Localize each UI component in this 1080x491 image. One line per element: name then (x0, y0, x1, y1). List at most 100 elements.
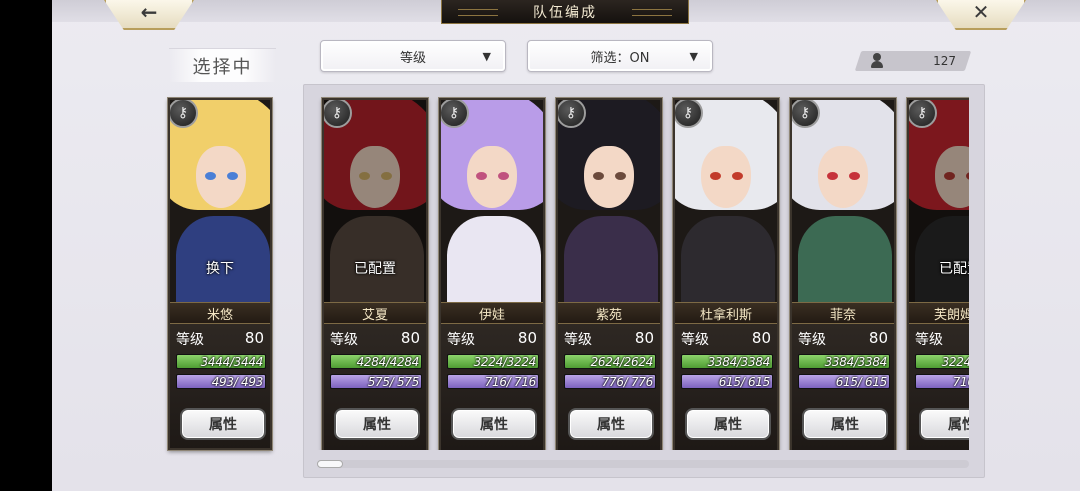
unit-count: 127 (858, 51, 968, 71)
hp-bar: 4284/4284 (330, 354, 422, 369)
level-label: 等级 (176, 332, 204, 348)
portrait-face (584, 146, 634, 208)
level-label: 等级 (798, 332, 826, 348)
portrait-eye (205, 172, 216, 180)
portrait-face (196, 146, 246, 208)
hp-value: 4284/4284 (356, 355, 420, 369)
level-row: 等级 80 (447, 329, 537, 349)
selected-character-card[interactable]: 换下 ⚷ 米悠 等级 80 3444/3444 493/ 493 属性 (168, 98, 272, 450)
portrait-eye (593, 172, 604, 180)
mp-bar: 776/ 776 (564, 374, 656, 389)
hp-value: 3224/3224 (473, 355, 537, 369)
level-row: 等级 80 (564, 329, 654, 349)
level-value: 80 (517, 329, 537, 347)
character-portrait: 已配置 (324, 100, 426, 302)
card-status-text: 换下 (206, 261, 234, 277)
portrait-outfit (564, 216, 658, 302)
key-icon: ⚷ (558, 100, 586, 128)
level-row: 等级80 (915, 329, 969, 349)
unit-count-value: 127 (933, 54, 956, 68)
character-portrait: 换下 (170, 100, 270, 302)
character-card[interactable]: 已配置 ⚷ 艾夏 等级 80 4284/4284 575/ 575 属性 (322, 98, 428, 450)
character-stats: 等级80 3224/3224 716/ 716 属性 (909, 324, 969, 450)
character-stats: 等级 80 3384/3384 615/ 615 属性 (792, 324, 894, 450)
hp-value: 2624/2624 (590, 355, 654, 369)
character-name: 芙朗姆拉 (909, 302, 969, 324)
hp-bar: 3384/3384 (798, 354, 890, 369)
portrait-eye (498, 172, 509, 180)
attribute-button[interactable]: 属性 (685, 408, 771, 440)
level-label: 等级 (681, 332, 709, 348)
character-card[interactable]: ⚷ 杜拿利斯等级 80 3384/3384 615/ 615 属性 (673, 98, 779, 450)
level-value: 80 (868, 329, 888, 347)
character-name: 米悠 (170, 302, 270, 324)
mp-bar: 615/ 615 (798, 374, 890, 389)
character-name: 伊娃 (441, 302, 543, 324)
character-portrait (441, 100, 543, 302)
close-button[interactable]: ✕ (936, 0, 1026, 30)
back-button[interactable]: ← (104, 0, 194, 30)
hp-bar: 3384/3384 (681, 354, 773, 369)
character-card[interactable]: ⚷ 伊娃等级 80 3224/3224 716/ 716 属性 (439, 98, 545, 450)
chevron-down-icon: ▼ (482, 50, 491, 63)
level-value: 80 (634, 329, 654, 347)
level-row: 等级80 (681, 329, 771, 349)
character-portrait (792, 100, 894, 302)
hp-bar: 3224/3224 (915, 354, 969, 369)
key-icon: ⚷ (441, 100, 469, 128)
level-label: 等级 (564, 332, 592, 348)
back-arrow-icon: ← (140, 0, 158, 24)
mp-bar: 575/ 575 (330, 374, 422, 389)
close-icon: ✕ (972, 0, 990, 24)
card-status-text: 已配置 (939, 261, 969, 277)
scroll-thumb[interactable] (317, 460, 343, 468)
character-stats: 等级 80 4284/4284 575/ 575 属性 (324, 324, 426, 450)
hp-value: 3384/3384 (824, 355, 888, 369)
portrait-outfit (681, 216, 775, 302)
portrait-face (701, 146, 751, 208)
level-label: 等级 (447, 332, 475, 348)
character-name: 菲奈 (792, 302, 894, 324)
level-row: 等级 80 (798, 329, 888, 349)
attribute-button[interactable]: 属性 (180, 408, 266, 440)
mp-value: 615/ 615 (718, 375, 771, 389)
page-title: 队伍编成 (441, 0, 689, 24)
selecting-label: 选择中 (169, 48, 276, 82)
level-value: 80 (244, 329, 264, 347)
character-card[interactable]: ⚷ 紫苑等级 80 2624/2624 776/ 776 属性 (556, 98, 662, 450)
portrait-face (467, 146, 517, 208)
portrait-eye (710, 172, 721, 180)
portrait-eye (615, 172, 626, 180)
key-icon: ⚷ (792, 100, 820, 128)
key-icon: ⚷ (675, 100, 703, 128)
hp-value: 3224/3224 (941, 355, 969, 369)
level-row: 等级80 (330, 329, 420, 349)
portrait-eye (227, 172, 238, 180)
mp-bar: 716/ 716 (915, 374, 969, 389)
attribute-button[interactable]: 属性 (802, 408, 888, 440)
attribute-button[interactable]: 属性 (451, 408, 537, 440)
mp-value: 493/ 493 (211, 375, 264, 389)
character-card[interactable]: ⚷ 菲奈等级 80 3384/3384 615/ 615 属性 (790, 98, 896, 450)
character-name: 紫苑 (558, 302, 660, 324)
character-name: 杜拿利斯 (675, 302, 777, 324)
portrait-eye (827, 172, 838, 180)
character-portrait: 已配置 (909, 100, 969, 302)
hp-bar: 3224/3224 (447, 354, 539, 369)
filter-dropdown-value: 筛选：ON (590, 50, 650, 66)
sort-dropdown[interactable]: 等级 ▼ (320, 40, 506, 72)
mp-value: 716/ 716 (484, 375, 537, 389)
character-card[interactable]: 已配置 ⚷ 芙朗姆拉等级80 3224/3224 716/ 716 属性 (907, 98, 969, 450)
horizontal-scrollbar[interactable] (317, 460, 969, 468)
attribute-button[interactable]: 属性 (334, 408, 420, 440)
mp-value: 776/ 776 (601, 375, 654, 389)
mp-bar: 493/ 493 (176, 374, 266, 389)
filter-dropdown[interactable]: 筛选：ON ▼ (527, 40, 713, 72)
hp-bar: 2624/2624 (564, 354, 656, 369)
character-list: 已配置 ⚷ 艾夏 等级 80 4284/4284 575/ 575 属性 ⚷ 伊娃 等级 80 3224… (304, 90, 969, 450)
attribute-button[interactable]: 属性 (568, 408, 654, 440)
attribute-button[interactable]: 属性 (919, 408, 969, 440)
portrait-face (818, 146, 868, 208)
mp-bar: 615/ 615 (681, 374, 773, 389)
level-row: 等级 80 (176, 329, 264, 349)
